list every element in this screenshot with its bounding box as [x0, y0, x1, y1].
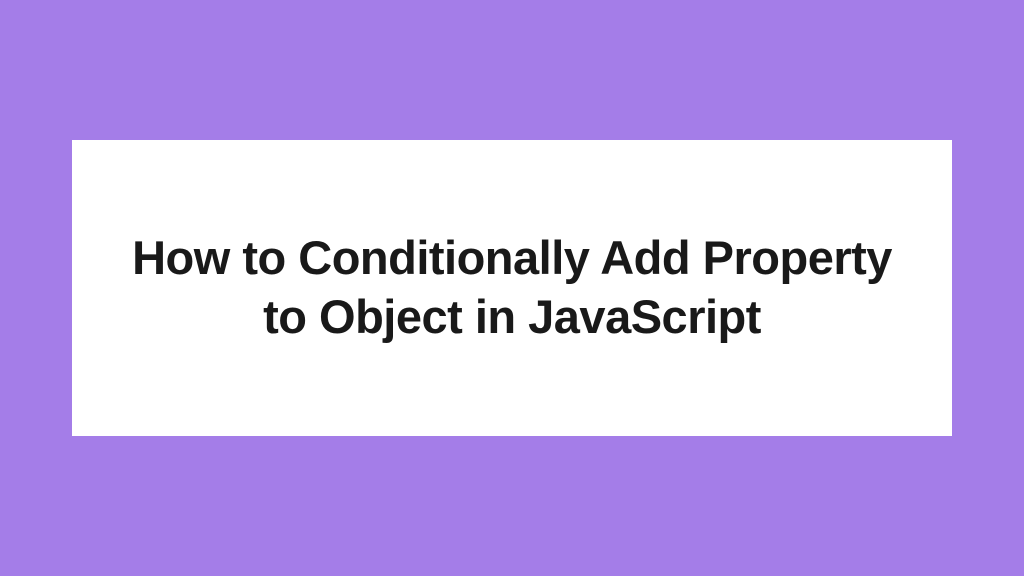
page-title: How to Conditionally Add Property to Obj…: [112, 229, 912, 347]
title-card: How to Conditionally Add Property to Obj…: [72, 140, 952, 436]
